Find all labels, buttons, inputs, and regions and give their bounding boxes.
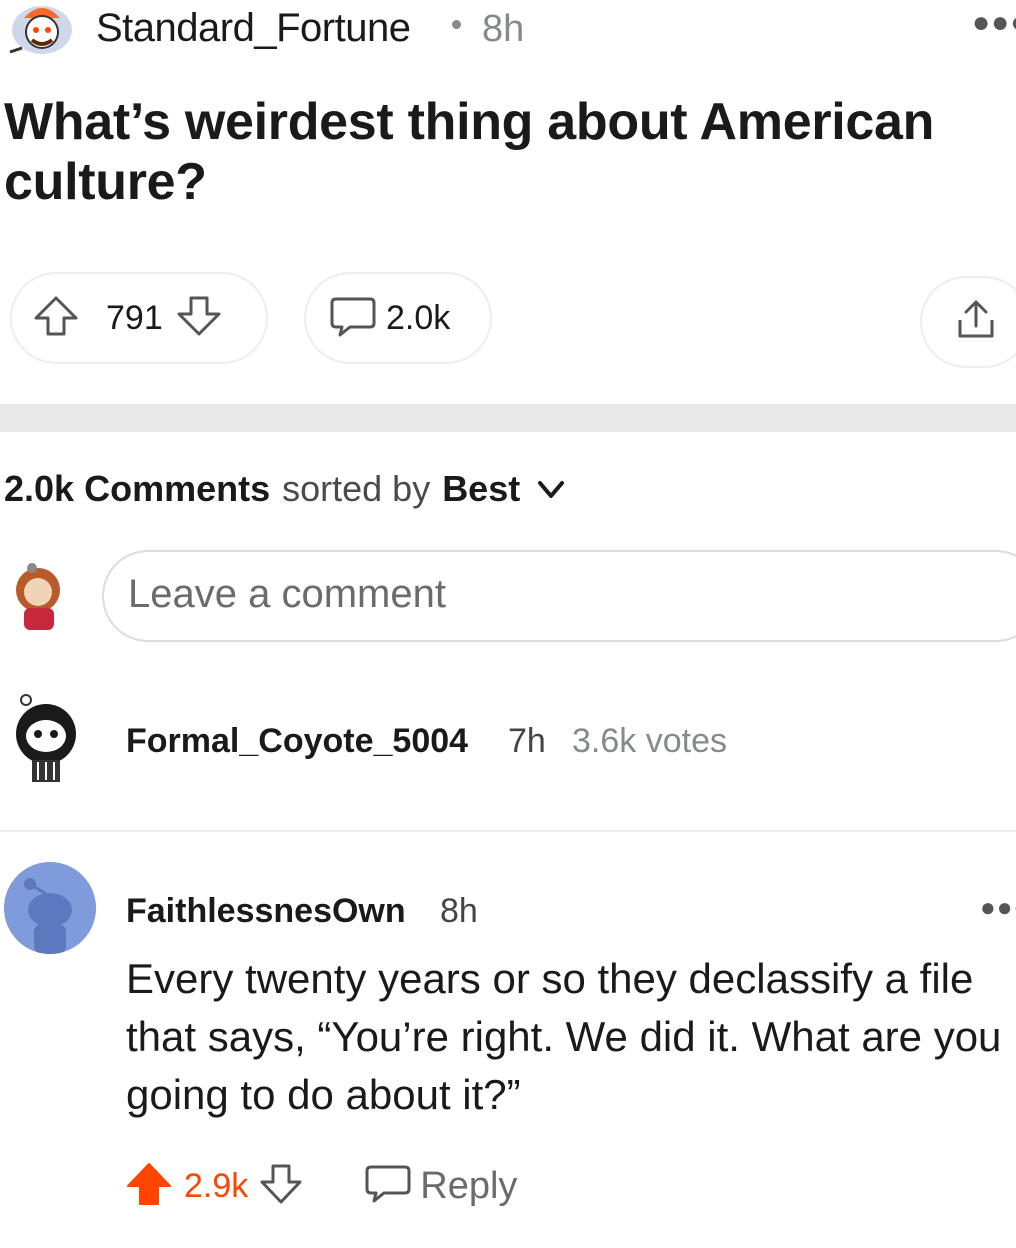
comment-count: 2.0k: [386, 298, 451, 337]
sort-value: Best: [442, 468, 521, 509]
comment-votes: 3.6k votes: [572, 722, 727, 760]
post-score: 791: [106, 298, 163, 337]
comment-placeholder: Leave a comment: [128, 572, 446, 616]
comment-actions: 2.9k Reply: [124, 1160, 517, 1213]
sort-selector[interactable]: Best: [442, 468, 566, 510]
comments-count: 2.0k: [4, 468, 75, 509]
post-author[interactable]: Standard_Fortune: [96, 6, 411, 51]
comment-author[interactable]: Formal_Coyote_5004: [126, 722, 468, 761]
reply-label: Reply: [420, 1165, 518, 1207]
section-divider: [0, 404, 1016, 432]
comment-time: 7h: [508, 722, 546, 760]
share-icon: [954, 298, 998, 347]
separator-dot: [452, 20, 461, 29]
share-button[interactable]: [920, 276, 1016, 368]
more-icon[interactable]: ●●●: [972, 8, 1016, 38]
upvote-icon[interactable]: [32, 294, 80, 343]
comments-header: 2.0k Comments sorted by Best: [4, 468, 566, 510]
downvote-icon[interactable]: [175, 294, 223, 343]
chevron-down-icon: [536, 468, 566, 510]
reddit-avatar-icon[interactable]: [4, 862, 96, 954]
post-author-avatar[interactable]: [4, 0, 78, 60]
comment-score: 2.9k: [184, 1167, 249, 1205]
upvote-icon[interactable]: [124, 1160, 174, 1213]
post-time: 8h: [482, 8, 525, 50]
post-title: What’s weirdest thing about American cul…: [4, 93, 935, 211]
comment-author[interactable]: FaithlessnesOwn: [126, 892, 406, 931]
comment-time: 8h: [440, 892, 478, 930]
vote-control: 791: [10, 272, 268, 364]
comments-button[interactable]: 2.0k: [304, 272, 492, 364]
commenter-avatar[interactable]: [8, 690, 88, 786]
reply-button[interactable]: Reply: [364, 1163, 517, 1210]
more-icon[interactable]: ●●●: [980, 894, 1016, 920]
downvote-icon[interactable]: [258, 1162, 304, 1211]
comment-icon: [330, 295, 376, 342]
comments-label: Comments: [84, 468, 271, 509]
reply-icon: [364, 1163, 412, 1210]
comment-body: Every twenty years or so they declassify…: [126, 955, 1002, 1118]
current-user-avatar: [8, 560, 70, 634]
comment-divider: [0, 830, 1016, 832]
sorted-by-label: sorted by: [282, 468, 431, 509]
